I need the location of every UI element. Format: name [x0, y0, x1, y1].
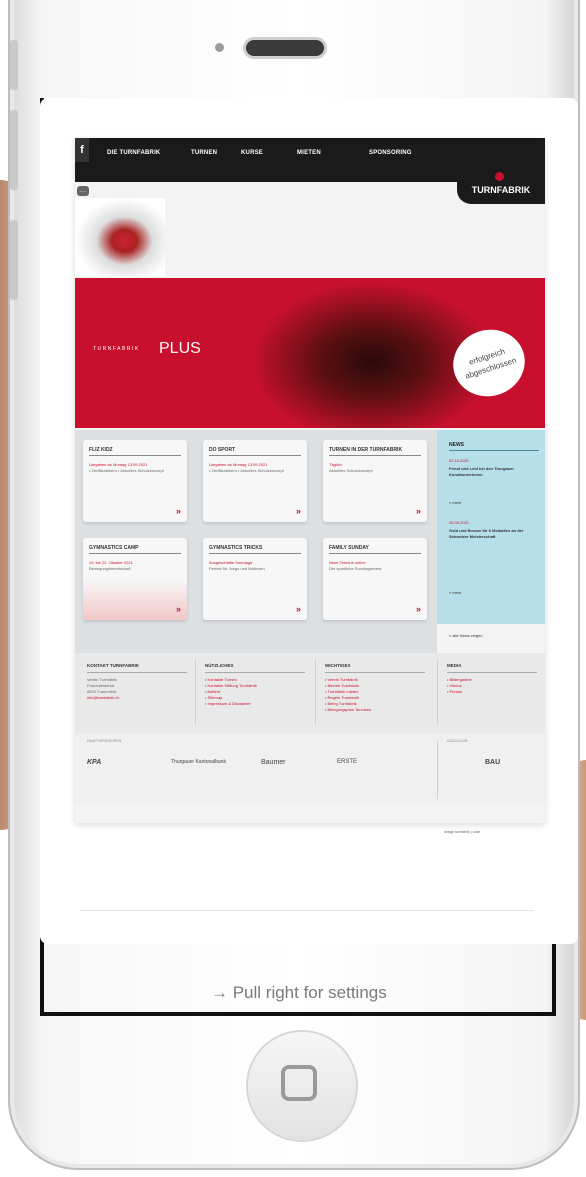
- footer-col-title: KONTAKT TURNFABRIK: [87, 663, 140, 668]
- goldclub-label: GOLD-CLUB: [447, 739, 468, 743]
- facebook-icon[interactable]: f: [75, 138, 89, 162]
- card-title: TURNEN IN DER TURNFABRIK: [329, 447, 403, 453]
- footer-col-title: MEDIA: [447, 663, 462, 668]
- card-title: DO SPORT: [209, 447, 236, 453]
- card-title: GYMNASTICS CAMP: [89, 545, 139, 551]
- top-nav: f DIE TURNFABRIK TURNEN KURSE MIETEN SPO…: [75, 138, 545, 182]
- footer-col-divider: [447, 672, 537, 673]
- card-divider: [89, 455, 181, 456]
- card-arrow-icon[interactable]: »: [176, 604, 181, 614]
- news-divider: [449, 450, 539, 451]
- nav-item-sponsoring[interactable]: SPONSORING: [369, 150, 412, 156]
- card-arrow-icon[interactable]: »: [176, 506, 181, 516]
- card-gymnastics-camp[interactable]: GYMNASTICS CAMP 19. bis 22. Oktober 2021…: [83, 538, 187, 620]
- footer-col-title: NÜTZLICHES: [205, 663, 234, 668]
- sponsor-logo-erste[interactable]: ERSTE: [337, 759, 357, 765]
- card-family-sunday[interactable]: FAMILY SUNDAY Neue Termine online Der sp…: [323, 538, 427, 620]
- sponsors-separator: [437, 741, 438, 799]
- footer-separator: [437, 659, 438, 725]
- footer-col-divider: [325, 672, 425, 673]
- side-button-volume-down: [10, 220, 18, 300]
- footer-col-important: WICHTIGES • Verein Turnfabrik • Betrieb …: [325, 663, 425, 713]
- site-credits[interactable]: design turnfabrik | code: [444, 830, 480, 834]
- home-square-icon: [281, 1065, 317, 1101]
- sponsor-logo-xbau[interactable]: BAU: [485, 759, 500, 766]
- divider-line: [80, 910, 534, 911]
- screen: f DIE TURNFABRIK TURNEN KURSE MIETEN SPO…: [40, 98, 578, 944]
- news-item-1-text[interactable]: Freud und Leid bei den Thurgauer Kunsttu…: [449, 466, 537, 478]
- gymnast-image: [75, 198, 165, 276]
- sponsor-logo-baumer[interactable]: Baumer: [261, 759, 286, 766]
- cards-grid: FLIZ KIDZ Umgaben ab Montag 13.09.2021 •…: [75, 430, 437, 655]
- brand-logo[interactable]: TURNFABRIK: [457, 172, 545, 204]
- website-page: f DIE TURNFABRIK TURNEN KURSE MIETEN SPO…: [75, 138, 545, 823]
- speaker-grille: [246, 40, 324, 56]
- footer-col-divider: [87, 672, 187, 673]
- news-item-1-more[interactable]: » mehr: [449, 500, 537, 506]
- card-gray-text: Perfekt für Jungs und Mädchen: [209, 566, 265, 571]
- card-gray-text: Bewegungsbereitschaft: [89, 566, 131, 571]
- chat-bubble-icon[interactable]: …: [77, 186, 89, 196]
- footer-col-divider: [205, 672, 305, 673]
- footer-col-useful: NÜTZLICHES • Kontakte Turnen • Kontakte …: [205, 663, 305, 707]
- hero-plus: PLUS: [159, 340, 201, 357]
- card-gray-text: • Zertifikatsform • Aktuelles Schutzkonz…: [209, 468, 284, 473]
- card-divider: [89, 553, 181, 554]
- nav-item-turnfabrik[interactable]: DIE TURNFABRIK: [107, 150, 160, 156]
- sponsors-section: HAUPTSPONSOREN GOLD-CLUB KPA Thurgauer K…: [75, 733, 545, 805]
- footer-link[interactable]: • Belegungsplan Tennisen: [325, 707, 425, 713]
- card-arrow-icon[interactable]: »: [416, 506, 421, 516]
- footer-separator: [195, 659, 196, 725]
- card-gray-text: Aktuelles Schutzkonzept: [329, 468, 373, 473]
- card-arrow-icon[interactable]: »: [296, 604, 301, 614]
- card-gray-text: Der sportliche Sonntagsevent: [329, 566, 382, 571]
- brand-logo-dot: [495, 172, 504, 181]
- brand-logo-text: TURNFABRIK: [471, 185, 531, 195]
- news-item-1-date: 02.10.2021: [449, 458, 470, 463]
- footer-link[interactable]: • Impressum & Disclaimer: [205, 701, 305, 707]
- sponsors-label: HAUPTSPONSOREN: [87, 739, 122, 743]
- card-gray-text: • Zertifikatsform • Aktuelles Schutzkonz…: [89, 468, 164, 473]
- card-divider: [329, 553, 421, 554]
- card-title: GYMNASTICS TRICKS: [209, 545, 263, 551]
- news-item-2-date: 28.09.2021: [449, 520, 470, 525]
- camera-dot: [215, 43, 224, 52]
- card-arrow-icon[interactable]: »: [416, 604, 421, 614]
- pull-settings-hint[interactable]: → Pull right for settings: [211, 983, 387, 1003]
- footer-link[interactable]: • Presse: [447, 689, 537, 695]
- card-fliz-kidz[interactable]: FLIZ KIDZ Umgaben ab Montag 13.09.2021 •…: [83, 440, 187, 522]
- news-item-2-text[interactable]: Gold und Bronze für 6 Medaillen an der S…: [449, 528, 537, 540]
- footer-separator: [315, 659, 316, 725]
- card-turnen[interactable]: TURNEN IN DER TURNFABRIK Täglich Aktuell…: [323, 440, 427, 522]
- footer-col-media: MEDIA • Bildergalerie • Videos • Presse: [447, 663, 537, 695]
- side-button-top: [10, 40, 18, 90]
- footer-col-title: WICHTIGES: [325, 663, 351, 668]
- card-title: FLIZ KIDZ: [89, 447, 113, 453]
- side-button-volume-up: [10, 110, 18, 190]
- footer-contact-email[interactable]: info@turnfabrik.ch: [87, 695, 187, 701]
- nav-item-kurse[interactable]: KURSE: [241, 150, 263, 156]
- home-button[interactable]: [248, 1032, 356, 1140]
- footer-links: KONTAKT TURNFABRIK Verein Turnfabrik Fra…: [75, 653, 545, 733]
- card-arrow-icon[interactable]: »: [296, 506, 301, 516]
- card-title: FAMILY SUNDAY: [329, 545, 369, 551]
- news-panel: NEWS 02.10.2021 Freud und Leid bei den T…: [437, 430, 545, 624]
- card-do-sport[interactable]: DO SPORT Umgaben ab Montag 13.09.2021 • …: [203, 440, 307, 522]
- nav-item-turnen[interactable]: TURNEN: [191, 150, 217, 156]
- card-divider: [329, 455, 421, 456]
- news-item-2-more[interactable]: » mehr: [449, 590, 537, 596]
- footer-col-contact: KONTAKT TURNFABRIK Verein Turnfabrik Fra…: [87, 663, 187, 701]
- news-title: NEWS: [449, 442, 464, 448]
- sponsor-logo-kpa[interactable]: KPA: [87, 759, 101, 766]
- hero-tagline: TURNFABRIK: [93, 346, 140, 352]
- all-news-link[interactable]: » alle News zeigen: [449, 633, 483, 638]
- card-divider: [209, 455, 301, 456]
- hero-banner[interactable]: TURNFABRIK PLUS erfolgreich abgeschlosse…: [75, 278, 545, 428]
- card-gymnastics-tricks[interactable]: GYMNASTICS TRICKS Ausgeschlafte Sonntage…: [203, 538, 307, 620]
- sponsor-logo-tkb[interactable]: Thurgauer Kantonalbank: [171, 759, 226, 765]
- card-divider: [209, 553, 301, 554]
- nav-item-mieten[interactable]: MIETEN: [297, 150, 321, 156]
